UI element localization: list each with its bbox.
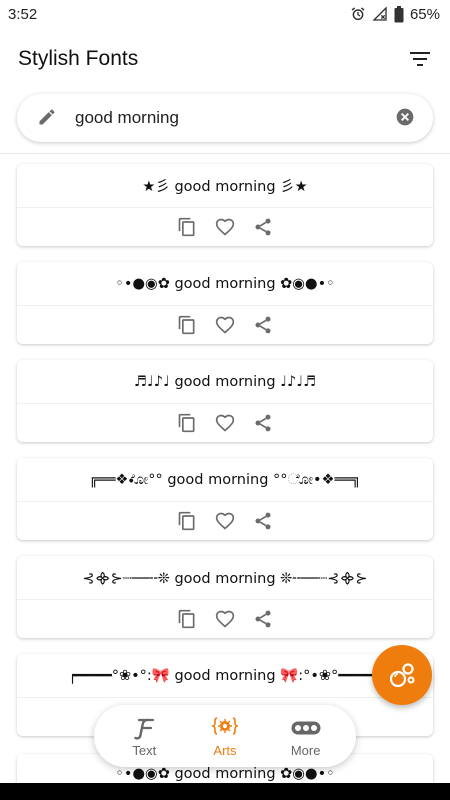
- copy-icon: [178, 413, 195, 433]
- share-icon: [255, 512, 271, 530]
- share-icon: [255, 218, 271, 236]
- bubbles-icon: [389, 663, 415, 688]
- nav-label-arts: Arts: [213, 742, 237, 758]
- copy-icon: [178, 217, 195, 237]
- nav-item-text[interactable]: Text: [108, 715, 180, 758]
- copy-icon: [178, 609, 195, 629]
- status-bar: 3:52 65%: [0, 0, 450, 28]
- nav-label-text: Text: [132, 742, 157, 758]
- heart-icon: [215, 414, 235, 432]
- styled-text: ★彡 good morning 彡★: [17, 164, 433, 208]
- share-button[interactable]: [253, 413, 273, 433]
- favorite-button[interactable]: [215, 511, 235, 531]
- font-style-card[interactable]: ⊰᯽⊱┈──╌❊ good morning ❊╌──┈⊰᯽⊱: [17, 556, 433, 638]
- pencil-icon: [37, 107, 59, 129]
- arts-icon: [211, 715, 238, 741]
- card-actions: [17, 306, 433, 344]
- filter-icon: [410, 52, 430, 66]
- styled-text: ╔══❖•ೋ°° good morning °°ೋ•❖══╗: [17, 458, 433, 502]
- filter-button[interactable]: [406, 45, 434, 73]
- copy-icon: [178, 511, 195, 531]
- battery-icon: [394, 5, 404, 23]
- heart-icon: [215, 218, 235, 236]
- font-style-card[interactable]: ♬♩♪♩ good morning ♩♪♩♬: [17, 360, 433, 442]
- styled-text: ⊰᯽⊱┈──╌❊ good morning ❊╌──┈⊰᯽⊱: [17, 556, 433, 600]
- styled-text: ♬♩♪♩ good morning ♩♪♩♬: [17, 360, 433, 404]
- clear-button[interactable]: [395, 107, 417, 129]
- favorite-button[interactable]: [215, 315, 235, 335]
- copy-button[interactable]: [177, 511, 197, 531]
- favorite-button[interactable]: [215, 413, 235, 433]
- card-actions: [17, 502, 433, 540]
- copy-button[interactable]: [177, 609, 197, 629]
- heart-icon: [215, 512, 235, 530]
- nav-item-arts[interactable]: Arts: [189, 715, 261, 758]
- status-time: 3:52: [8, 5, 38, 23]
- nav-label-more: More: [290, 742, 321, 758]
- clear-icon: [396, 108, 414, 126]
- signal-off-icon: [372, 6, 388, 22]
- share-icon: [255, 414, 271, 432]
- copy-button[interactable]: [177, 413, 197, 433]
- share-icon: [255, 610, 271, 628]
- card-actions: [17, 404, 433, 442]
- copy-button[interactable]: [177, 217, 197, 237]
- share-button[interactable]: [253, 511, 273, 531]
- favorite-button[interactable]: [215, 609, 235, 629]
- font-style-list: ★彡 good morning 彡★ ◦•●◉✿ good morning ✿◉…: [17, 164, 433, 752]
- bottom-nav: Text Arts More: [94, 705, 356, 767]
- page-title: Stylish Fonts: [18, 47, 139, 70]
- heart-icon: [215, 610, 235, 628]
- more-dots-icon: [291, 715, 321, 741]
- script-f-icon: [133, 715, 155, 741]
- favorite-button[interactable]: [215, 217, 235, 237]
- share-button[interactable]: [253, 609, 273, 629]
- alarm-icon: [350, 6, 366, 22]
- styled-text: ┍━━━━°❀•°:🎀 good morning 🎀:°•❀°━━━━┙: [17, 654, 433, 698]
- copy-button[interactable]: [177, 315, 197, 335]
- share-icon: [255, 316, 271, 334]
- font-style-card[interactable]: ╔══❖•ೋ°° good morning °°ೋ•❖══╗: [17, 458, 433, 540]
- card-actions: [17, 208, 433, 246]
- search-input[interactable]: [75, 108, 395, 128]
- share-button[interactable]: [253, 217, 273, 237]
- font-style-card[interactable]: ★彡 good morning 彡★: [17, 164, 433, 246]
- divider: [0, 153, 450, 154]
- share-button[interactable]: [253, 315, 273, 335]
- status-icons: 65%: [350, 5, 440, 23]
- bubbles-fab-button[interactable]: [372, 645, 432, 705]
- nav-item-more[interactable]: More: [270, 715, 342, 758]
- search-bar: [17, 94, 433, 142]
- heart-icon: [215, 316, 235, 334]
- system-navigation-bar: [0, 783, 450, 800]
- app-bar: Stylish Fonts: [0, 28, 450, 90]
- font-style-card[interactable]: ◦•●◉✿ good morning ✿◉●•◦: [17, 262, 433, 344]
- styled-text: ◦•●◉✿ good morning ✿◉●•◦: [17, 262, 433, 306]
- battery-level: 65%: [409, 5, 440, 23]
- card-actions: [17, 600, 433, 638]
- styled-text: ◦•●◉✿ good morning ✿◉●•◦: [115, 766, 335, 782]
- copy-icon: [178, 315, 195, 335]
